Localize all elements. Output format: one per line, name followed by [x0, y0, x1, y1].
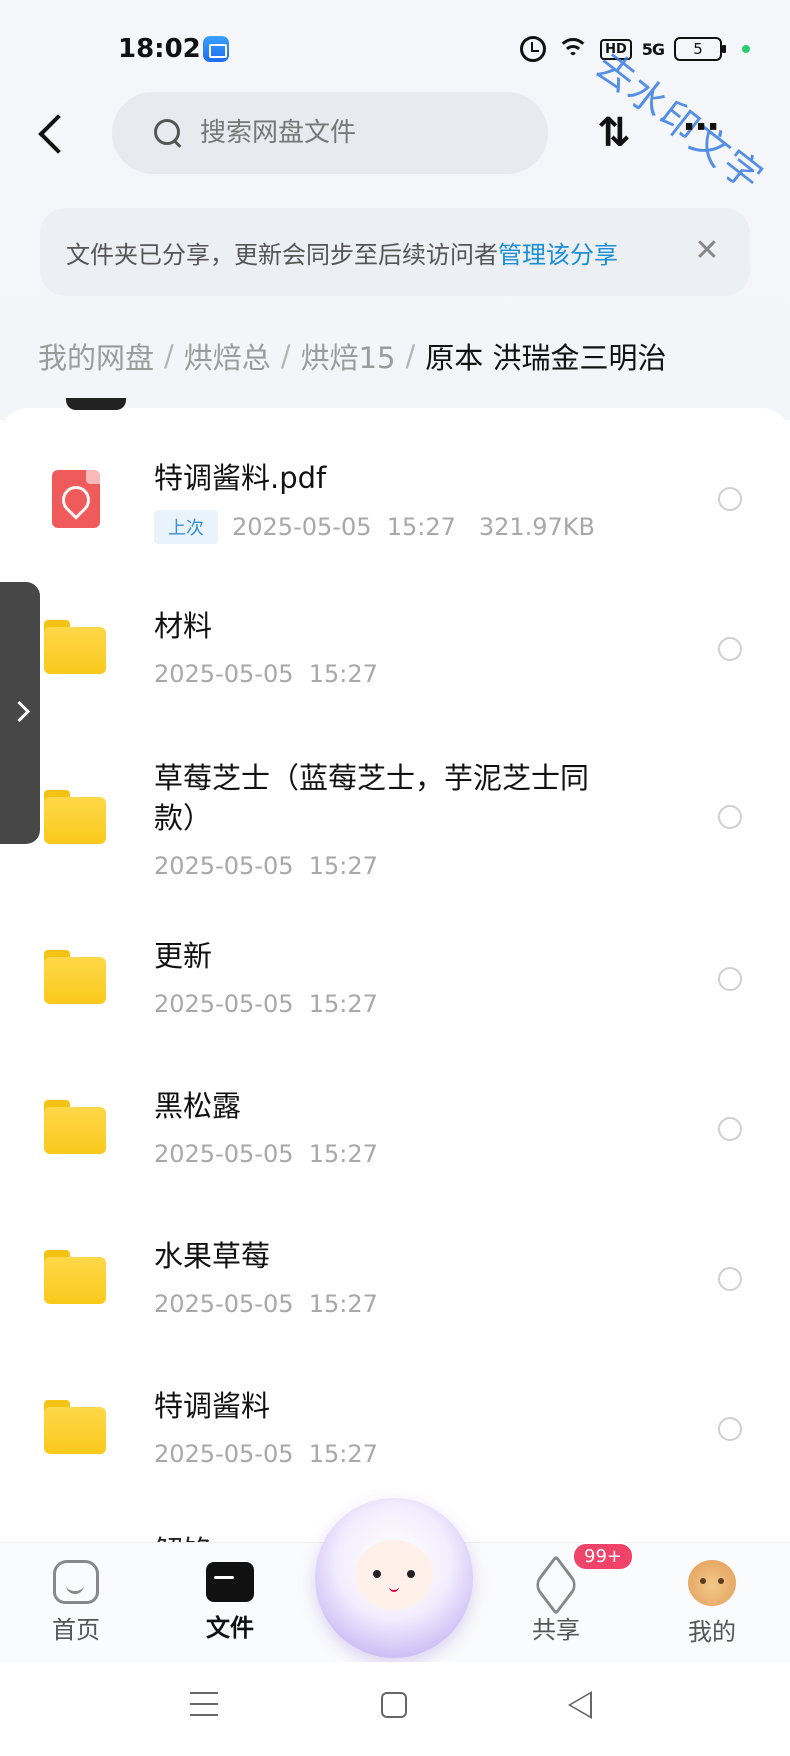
search-input[interactable]	[200, 118, 530, 148]
folder-icon	[44, 1250, 106, 1304]
folder-name: 更新	[154, 939, 213, 973]
breadcrumb-separator: /	[164, 339, 174, 373]
share-notification-badge: 99+	[572, 1542, 634, 1571]
breadcrumb-item-root[interactable]: 我的网盘	[38, 335, 154, 377]
file-time: 15:27	[386, 513, 456, 541]
search-bar[interactable]	[112, 92, 548, 174]
avatar	[688, 1560, 736, 1606]
select-checkbox[interactable]	[718, 1417, 742, 1441]
folder-name: 黑松露	[154, 1089, 242, 1123]
side-drawer-handle[interactable]	[0, 582, 40, 844]
app-notification-icon	[203, 36, 229, 62]
folder-name-line2: 款）	[154, 801, 213, 835]
back-button[interactable]	[30, 108, 70, 158]
share-banner-text: 文件夹已分享，更新会同步至后续访问者	[66, 240, 498, 269]
folder-row[interactable]: 黑松露 2025-05-05 15:27	[0, 1070, 790, 1190]
recent-tag: 上次	[154, 510, 218, 544]
more-options-button[interactable]: ⋯	[683, 108, 729, 158]
select-checkbox[interactable]	[718, 637, 742, 661]
sort-button[interactable]: ⇅	[592, 108, 636, 158]
file-meta: 上次 2025-05-05 15:27 321.97KB	[154, 510, 595, 544]
folder-icon	[44, 1100, 106, 1154]
select-checkbox[interactable]	[718, 967, 742, 991]
tab-home-label: 首页	[52, 1616, 100, 1644]
home-icon	[53, 1560, 99, 1604]
folder-name: 水果草莓	[154, 1239, 271, 1273]
folder-meta: 2025-05-05 15:27	[154, 852, 378, 880]
scroll-edge	[66, 398, 126, 410]
breadcrumb-separator: /	[405, 339, 416, 373]
folder-date: 2025-05-05	[154, 1140, 294, 1168]
folder-meta: 2025-05-05 15:27	[154, 990, 378, 1018]
breadcrumb: 我的网盘 / 烘焙总 / 烘焙15 / 原本 洪瑞金三明治	[38, 332, 667, 380]
folder-time: 15:27	[308, 1290, 378, 1318]
wifi-icon	[556, 36, 590, 62]
battery-icon: 5	[674, 37, 726, 61]
breadcrumb-item-baking-all[interactable]: 烘焙总	[184, 335, 271, 377]
close-icon[interactable]: ✕	[690, 234, 724, 268]
select-checkbox[interactable]	[718, 805, 742, 829]
folder-date: 2025-05-05	[154, 852, 294, 880]
folder-name-line1: 草莓芝士（蓝莓芝士，芋泥芝士同	[154, 761, 590, 795]
file-size: 321.97KB	[478, 513, 595, 541]
file-row-pdf[interactable]: 特调酱料.pdf 上次 2025-05-05 15:27 321.97KB	[0, 440, 790, 560]
folder-icon	[44, 620, 106, 674]
mascot-face-icon	[355, 1540, 433, 1610]
folder-icon	[44, 1400, 106, 1454]
folder-icon	[44, 790, 106, 844]
breadcrumb-current: 原本 洪瑞金三明治	[425, 341, 667, 375]
tab-me[interactable]: 我的	[652, 1560, 772, 1647]
folder-time: 15:27	[308, 852, 378, 880]
privacy-dot	[742, 45, 750, 53]
folder-row[interactable]: 水果草莓 2025-05-05 15:27	[0, 1220, 790, 1340]
folder-row[interactable]: 材料 2025-05-05 15:27	[0, 590, 790, 710]
pdf-file-icon	[52, 470, 100, 528]
folder-date: 2025-05-05	[154, 1290, 294, 1318]
folder-row[interactable]: 特调酱料 2025-05-05 15:27	[0, 1370, 790, 1490]
tab-share-label: 共享	[532, 1616, 580, 1644]
folder-icon	[44, 950, 106, 1004]
tab-files-label: 文件	[206, 1614, 254, 1642]
send-icon	[533, 1560, 579, 1604]
folder-tab-icon	[206, 1562, 254, 1602]
folder-name: 特调酱料	[154, 1389, 271, 1423]
recent-apps-icon[interactable]	[190, 1692, 218, 1716]
folder-time: 15:27	[308, 990, 378, 1018]
alarm-icon	[520, 36, 547, 62]
back-nav-icon[interactable]	[568, 1691, 592, 1719]
breadcrumb-separator: /	[280, 339, 291, 373]
breadcrumb-item-baking-15[interactable]: 烘焙15	[301, 335, 396, 377]
folder-name: 材料	[154, 609, 213, 643]
share-banner: 文件夹已分享，更新会同步至后续访问者 管理该分享 ✕	[40, 208, 750, 296]
partial-folder-name[interactable]: 解馅	[154, 1528, 244, 1542]
folder-date: 2025-05-05	[154, 660, 294, 688]
select-checkbox[interactable]	[718, 487, 742, 511]
folder-time: 15:27	[308, 660, 378, 688]
folder-date: 2025-05-05	[154, 1440, 294, 1468]
tab-me-label: 我的	[688, 1618, 736, 1646]
manage-share-link[interactable]: 管理该分享	[498, 235, 618, 270]
assistant-mascot-button[interactable]	[315, 1498, 473, 1658]
file-date: 2025-05-05	[232, 513, 372, 541]
folder-meta: 2025-05-05 15:27	[154, 1440, 378, 1468]
folder-date: 2025-05-05	[154, 990, 294, 1018]
folder-time: 15:27	[308, 1140, 378, 1168]
home-nav-icon[interactable]	[381, 1692, 407, 1718]
folder-meta: 2025-05-05 15:27	[154, 1140, 378, 1168]
tab-files[interactable]: 文件	[170, 1560, 290, 1643]
search-icon	[152, 117, 184, 149]
folder-row[interactable]: 更新 2025-05-05 15:27	[0, 920, 790, 1040]
folder-meta: 2025-05-05 15:27	[154, 1290, 378, 1318]
select-checkbox[interactable]	[718, 1117, 742, 1141]
status-time: 18:02	[118, 34, 201, 64]
file-name: 特调酱料.pdf	[154, 461, 327, 495]
tab-home[interactable]: 首页	[16, 1560, 136, 1645]
folder-row[interactable]: 草莓芝士（蓝莓芝士，芋泥芝士同 款） 2025-05-05 15:27	[0, 740, 790, 890]
tab-share[interactable]: 共享	[496, 1560, 616, 1645]
select-checkbox[interactable]	[718, 1267, 742, 1291]
folder-time: 15:27	[308, 1440, 378, 1468]
folder-meta: 2025-05-05 15:27	[154, 660, 378, 688]
